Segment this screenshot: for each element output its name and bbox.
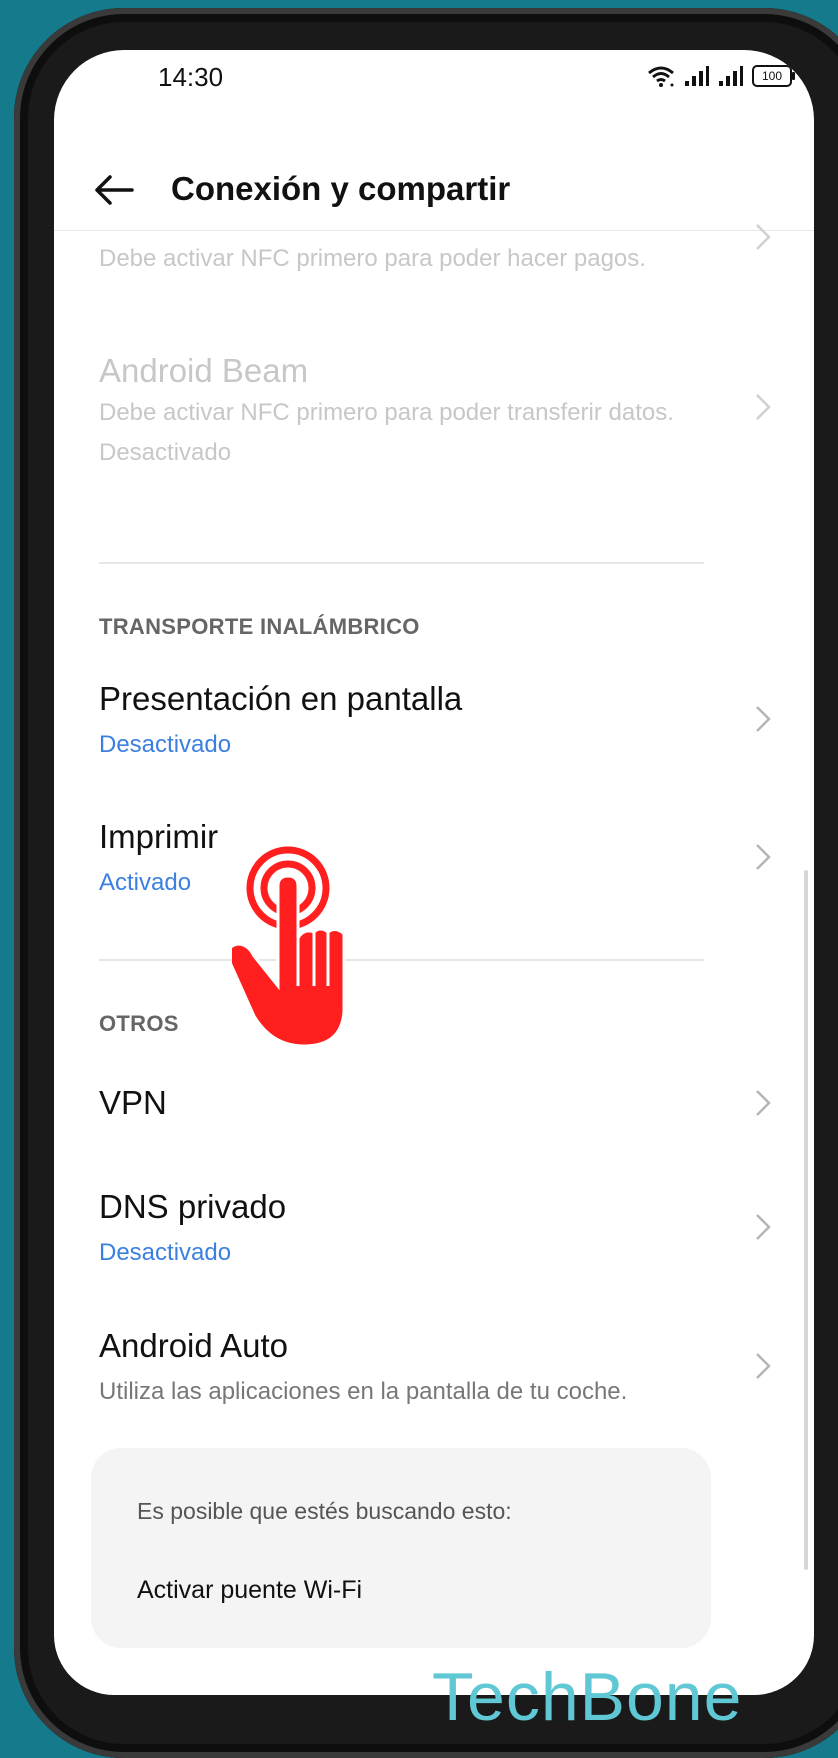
print-title: Imprimir xyxy=(99,818,219,855)
page-title: Conexión y compartir xyxy=(171,170,511,207)
signal-icon-2 xyxy=(719,66,743,86)
list-item-android-auto[interactable]: Android Auto Utiliza las aplicaciones en… xyxy=(54,1327,814,1427)
chevron-right-icon xyxy=(756,1214,771,1240)
section-label-wireless: TRANSPORTE INALÁMBRICO xyxy=(99,614,420,639)
suggestion-card: Es posible que estés buscando esto: Acti… xyxy=(91,1448,711,1648)
chevron-right-icon xyxy=(756,844,771,870)
status-bar: 14:30 100 xyxy=(54,50,814,110)
app-header: Conexión y compartir xyxy=(54,150,814,230)
wifi-icon xyxy=(648,66,674,87)
back-arrow-icon[interactable] xyxy=(94,172,134,208)
android-beam-title: Android Beam xyxy=(99,352,309,389)
list-item-private-dns[interactable]: DNS privado Desactivado xyxy=(54,1188,814,1288)
status-icons: 100 xyxy=(646,64,795,88)
divider xyxy=(99,959,704,961)
phone-screen: 14:30 100 Conexión y compartir Debe acti… xyxy=(54,50,814,1695)
chevron-right-icon xyxy=(756,1090,771,1116)
list-item-payment[interactable]: Debe activar NFC primero para poder hace… xyxy=(54,224,814,322)
private-dns-title: DNS privado xyxy=(99,1188,287,1225)
tap-gesture-icon xyxy=(232,846,346,1048)
list-item-vpn[interactable]: VPN xyxy=(54,1084,814,1154)
android-auto-subtitle: Utiliza las aplicaciones en la pantalla … xyxy=(99,1378,628,1405)
print-status: Activado xyxy=(99,869,192,896)
payment-subtitle: Debe activar NFC primero para poder hace… xyxy=(99,245,646,272)
android-auto-title: Android Auto xyxy=(99,1327,288,1364)
suggestion-label: Es posible que estés buscando esto: xyxy=(137,1498,512,1524)
android-beam-subtitle: Debe activar NFC primero para poder tran… xyxy=(99,399,674,426)
chevron-right-icon xyxy=(756,394,771,420)
section-label-others: OTROS xyxy=(99,1011,179,1036)
signal-icon xyxy=(685,66,709,86)
chevron-right-icon xyxy=(756,1353,771,1379)
divider xyxy=(99,562,704,564)
watermark-logo: TechBone xyxy=(432,1659,743,1735)
private-dns-status: Desactivado xyxy=(99,1239,232,1266)
status-time: 14:30 xyxy=(158,62,224,92)
header-divider xyxy=(54,230,814,231)
scrollbar[interactable] xyxy=(804,870,808,1570)
list-item-screencast[interactable]: Presentación en pantalla Desactivado xyxy=(54,680,814,780)
chevron-right-icon xyxy=(756,706,771,732)
chevron-right-icon xyxy=(756,224,771,250)
battery-icon: 100 xyxy=(752,65,795,87)
android-beam-status: Desactivado xyxy=(99,439,232,466)
list-item-android-beam[interactable]: Android Beam Debe activar NFC primero pa… xyxy=(54,352,814,492)
list-item-print[interactable]: Imprimir Activado xyxy=(54,818,814,918)
suggestion-wifi-hotspot[interactable]: Activar puente Wi-Fi xyxy=(137,1576,362,1605)
screencast-title: Presentación en pantalla xyxy=(99,680,463,717)
screencast-status: Desactivado xyxy=(99,731,232,758)
vpn-title: VPN xyxy=(99,1084,167,1121)
